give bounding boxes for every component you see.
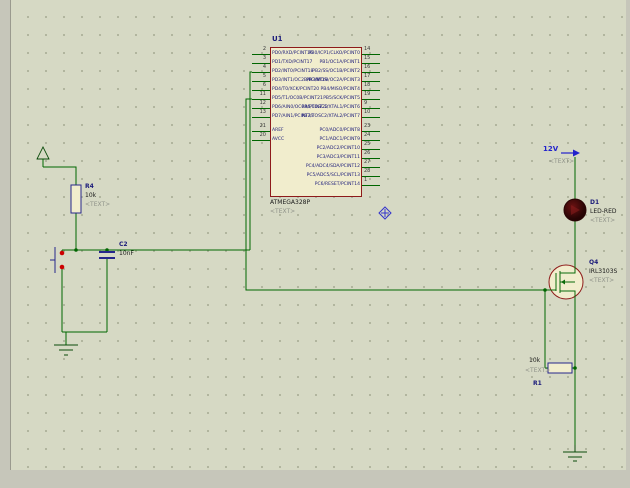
pin-number: 15 — [364, 55, 371, 61]
r4-value-label[interactable]: 10k — [85, 192, 96, 199]
r1-ref-label[interactable]: R1 — [533, 380, 542, 387]
pin-number: 9 — [364, 100, 368, 106]
pin-name: PC3/ADC3/PCINT11 — [316, 155, 360, 160]
ground-icon[interactable] — [54, 344, 78, 356]
pin-number: 23 — [364, 123, 371, 129]
pin-name: PC2/ADC2/PCINT10 — [316, 146, 360, 151]
pin-number: 14 — [364, 46, 371, 52]
pin-number: 25 — [364, 141, 371, 147]
pin-number: 26 — [364, 150, 371, 156]
pin-number: 21 — [259, 123, 266, 129]
q4-text-label[interactable]: <TEXT> — [589, 277, 614, 284]
sheet-left-margin — [0, 0, 10, 488]
pin-name: PB0/ICP1/CLKO/PCINT0 — [308, 51, 360, 56]
d1-ref-label[interactable]: D1 — [590, 199, 599, 206]
origin-marker-icon — [378, 206, 392, 220]
pin-name: PB5/SCK/PCINT5 — [323, 96, 360, 101]
power-terminal-icon[interactable] — [561, 149, 580, 157]
pin-name: PC5/ADC5/SCL/PCINT13 — [306, 173, 360, 178]
pin-name: PB3/MOSI/OC2A/PCINT3 — [306, 78, 360, 83]
pin-number: 24 — [364, 132, 371, 138]
mosfet-q4[interactable] — [548, 264, 584, 300]
resistor-r4[interactable] — [70, 184, 82, 214]
r1-text-label[interactable]: <TEXT> — [525, 367, 550, 374]
pin-name: PC1/ADC1/PCINT9 — [319, 137, 360, 142]
pin-name: PC4/ADC4/SDA/PCINT12 — [305, 164, 360, 169]
junction-dot — [543, 288, 547, 292]
r1-value-label[interactable]: 10k — [529, 357, 540, 364]
q4-ref-label[interactable]: Q4 — [589, 259, 598, 266]
led-d1[interactable] — [563, 198, 587, 222]
ground-icon[interactable] — [563, 445, 587, 462]
capacitor-c2[interactable] — [99, 251, 115, 259]
pin-name: PB2/SS/OC1B/PCINT2 — [312, 69, 360, 74]
r4-text-label[interactable]: <TEXT> — [85, 201, 110, 208]
pin-number: 19 — [364, 91, 371, 97]
pin-number: 3 — [262, 55, 266, 61]
q4-value-label[interactable]: IRL3103S — [589, 268, 617, 275]
schematic-canvas: 2 PD0/RXD/PCINT16 3 PD1/TXD/PCINT17 4 PD2/INT… — [0, 0, 630, 488]
c2-ref-label[interactable]: C2 — [119, 241, 128, 248]
pin-number: 12 — [259, 100, 266, 106]
pin-number: 16 — [364, 64, 371, 70]
pin-number: 10 — [364, 109, 371, 115]
junction-dot — [74, 248, 78, 252]
pin-stub[interactable] — [252, 117, 270, 118]
c2-value-label[interactable]: 10nF — [119, 250, 134, 257]
pin-stub[interactable] — [252, 140, 270, 141]
sheet-bottom-margin — [0, 470, 630, 488]
pin-number: 13 — [259, 109, 266, 115]
power-12v-label[interactable]: 12V — [543, 146, 558, 153]
d1-value-label[interactable]: LED-RED — [590, 208, 617, 215]
resistor-r1[interactable] — [547, 362, 573, 374]
pin-number: 4 — [262, 64, 266, 70]
pin-number: 5 — [262, 73, 266, 79]
r4-ref-label[interactable]: R4 — [85, 183, 94, 190]
push-button[interactable] — [50, 247, 65, 273]
u1-ref-label[interactable]: U1 — [272, 36, 283, 43]
input-terminal-icon[interactable] — [36, 145, 50, 160]
pin-number: 1 — [364, 177, 368, 183]
pin-name: PC0/ADC0/PCINT8 — [319, 128, 360, 133]
sheet-right-margin — [626, 0, 630, 488]
pin-name: PB6/TOSC1/XTAL1/PCINT6 — [301, 105, 360, 110]
u1-value-label[interactable]: ATMEGA328P — [270, 199, 310, 206]
pin-name: PB4/MISO/PCINT4 — [320, 87, 360, 92]
pin-stub[interactable] — [362, 185, 380, 186]
pin-number: 20 — [259, 132, 266, 138]
d1-text-label[interactable]: <TEXT> — [590, 217, 615, 224]
pin-name: PB7/TOSC2/XTAL2/PCINT7 — [301, 114, 360, 119]
pin-number: 28 — [364, 168, 371, 174]
pin-number: 6 — [262, 82, 266, 88]
pin-number: 27 — [364, 159, 371, 165]
power-text-label[interactable]: <TEXT> — [549, 158, 574, 165]
u1-text-label[interactable]: <TEXT> — [270, 208, 295, 215]
pin-number: 11 — [259, 91, 266, 97]
pin-name: PC6/RESET/PCINT14 — [314, 182, 360, 187]
pin-number: 2 — [262, 46, 266, 52]
pin-stub[interactable] — [362, 117, 380, 118]
pin-number: 18 — [364, 82, 371, 88]
pin-number: 17 — [364, 73, 371, 79]
pin-name: PB1/OC1A/PCINT1 — [319, 60, 360, 65]
